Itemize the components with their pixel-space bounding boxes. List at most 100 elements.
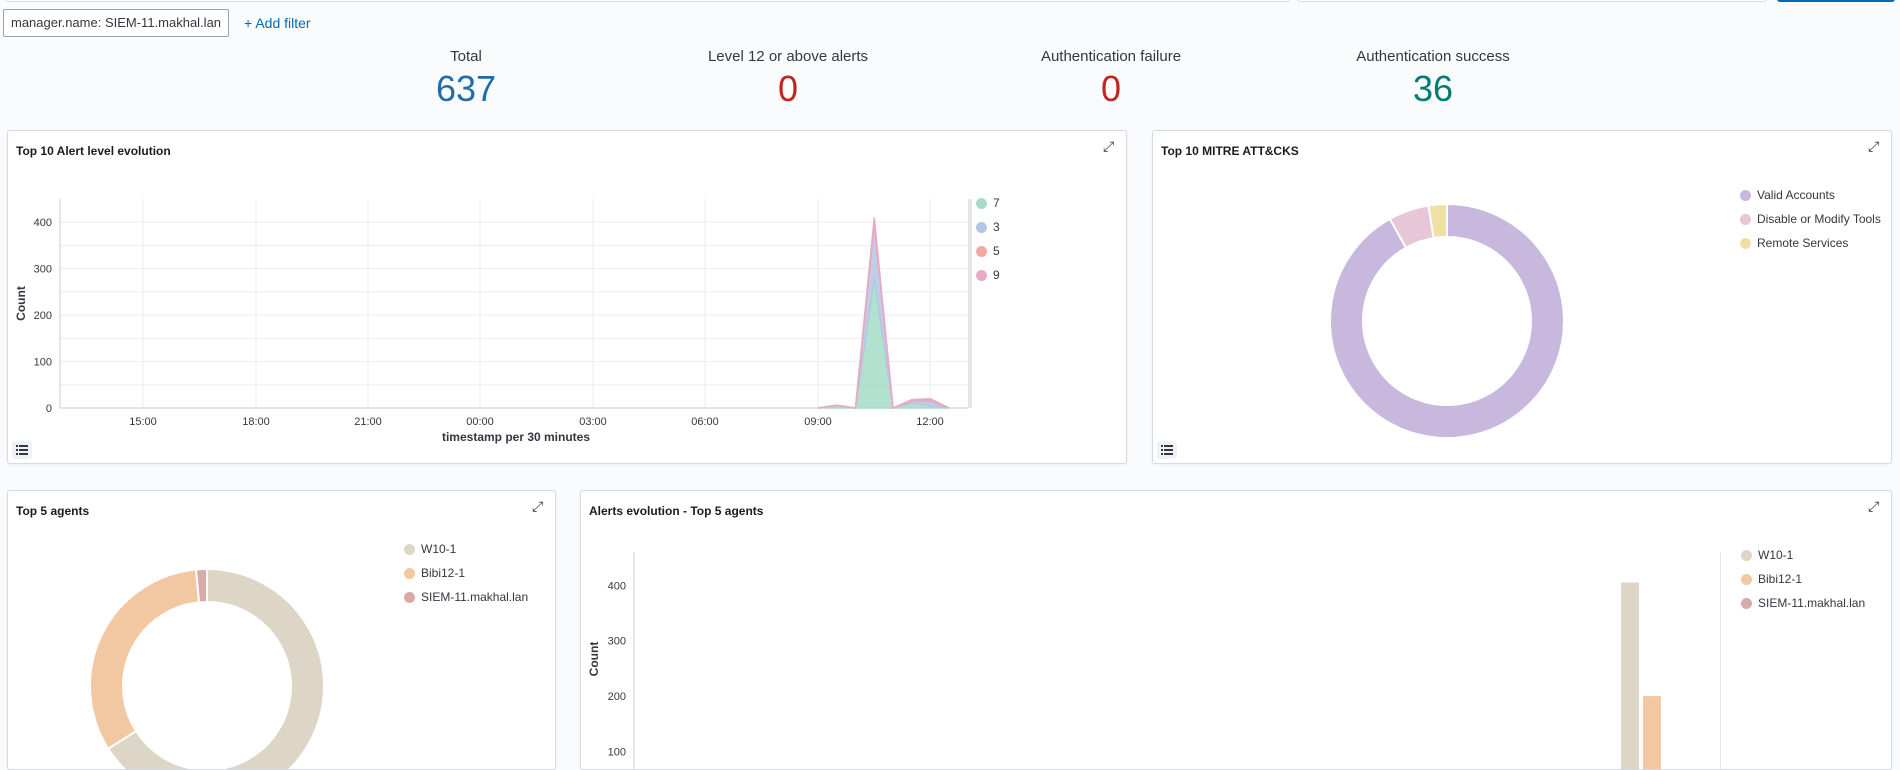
legend-item[interactable]: Valid Accounts: [1740, 183, 1881, 207]
legend-item[interactable]: 3: [976, 215, 1000, 239]
metric-value[interactable]: 0: [668, 69, 908, 109]
y-tick-label: 400: [34, 217, 52, 229]
legend-label: Remote Services: [1757, 236, 1849, 250]
legend-item[interactable]: 9: [976, 263, 1000, 287]
x-tick-label: 21:00: [354, 416, 382, 428]
panel-title: Alerts evolution - Top 5 agents: [589, 504, 764, 518]
legend-dot: [976, 221, 987, 233]
agents-legend: W10-1 Bibi12-1 SIEM-11.makhal.lan: [404, 537, 528, 609]
list-icon[interactable]: [1157, 441, 1177, 459]
list-icon[interactable]: [12, 441, 32, 459]
y-tick-label: 300: [34, 264, 52, 276]
metric-label: Authentication success: [1356, 48, 1510, 65]
y-tick-label: 300: [608, 636, 626, 648]
legend-item[interactable]: Bibi12-1: [1741, 567, 1865, 591]
bar-W10-1: [1621, 582, 1639, 769]
legend-label: W10-1: [1758, 548, 1794, 562]
legend-item[interactable]: SIEM-11.makhal.lan: [1741, 591, 1865, 615]
mitre-donut-chart: [1329, 202, 1565, 439]
legend-item[interactable]: 7: [976, 191, 1000, 215]
x-tick-label: 12:00: [916, 416, 944, 428]
legend-item[interactable]: W10-1: [1741, 543, 1865, 567]
filter-pill-manager-name[interactable]: manager.name: SIEM-11.makhal.lan: [3, 9, 230, 37]
date-picker[interactable]: [1297, 0, 1767, 2]
panel-top-agents: Top 5 agents ⤢ W10-1 Bibi12-1 SIEM-11.makh…: [7, 490, 556, 770]
legend-item[interactable]: W10-1: [404, 537, 528, 561]
y-tick-label: 200: [608, 691, 626, 703]
legend-item[interactable]: Bibi12-1: [404, 561, 528, 585]
donut-slice: [194, 567, 208, 604]
y-tick-label: 0: [46, 403, 52, 415]
y-tick-label: 400: [608, 580, 626, 592]
legend-dot: [404, 591, 415, 603]
add-filter-button[interactable]: + Add filter: [244, 15, 311, 31]
legend-item[interactable]: 5: [976, 239, 1000, 263]
y-tick-label: 100: [608, 747, 626, 759]
y-tick-label: 200: [34, 310, 52, 322]
panel-mitre-attacks: Top 10 MITRE ATT&CKS ⤢ Valid Accounts Dis…: [1152, 130, 1892, 464]
agents-donut-chart: [89, 567, 325, 769]
metric-auth-success: Authentication success 36: [1313, 48, 1553, 109]
alerts-evolution-legend: W10-1 Bibi12-1 SIEM-11.makhal.lan: [1741, 543, 1865, 615]
legend-dot: [404, 567, 415, 579]
metric-label: Level 12 or above alerts: [707, 48, 869, 65]
x-tick-label: 06:00: [691, 416, 719, 428]
legend-label: Disable or Modify Tools: [1757, 212, 1881, 226]
metric-label: Total: [450, 48, 482, 65]
y-axis-title: Count: [14, 286, 28, 321]
panel-alerts-evolution-agents: Alerts evolution - Top 5 agents ⤢ 100 200…: [580, 490, 1892, 770]
x-tick-label: 18:00: [242, 416, 270, 428]
legend-dot: [1740, 213, 1751, 225]
filter-bar: manager.name: SIEM-11.makhal.lan + Add f…: [3, 9, 311, 37]
mitre-legend: Valid Accounts Disable or Modify Tools Rem…: [1740, 183, 1881, 255]
legend-label: Bibi12-1: [421, 566, 466, 580]
x-tick-label: 03:00: [579, 416, 607, 428]
legend-label: SIEM-11.makhal.lan: [1758, 596, 1866, 610]
alert-level-chart: 0 100 200 300 400 15:00 18:00 21:00 00:00 03:00 06…: [14, 199, 972, 444]
expand-icon[interactable]: ⤢: [532, 499, 546, 513]
query-input[interactable]: [5, 0, 1290, 2]
brush-bar: [1720, 552, 1721, 769]
expand-icon[interactable]: ⤢: [1103, 139, 1117, 153]
legend-label: 7: [993, 196, 1000, 210]
metric-value[interactable]: 36: [1313, 69, 1553, 109]
x-tick-label: 15:00: [129, 416, 157, 428]
brush-bar: [968, 199, 972, 408]
y-axis-title: Count: [587, 642, 601, 677]
legend-label: 9: [993, 268, 1000, 282]
legend-dot: [404, 543, 415, 555]
legend-dot: [976, 269, 987, 281]
refresh-button[interactable]: [1777, 0, 1895, 2]
metric-total: Total 637: [346, 48, 586, 109]
legend-label: Valid Accounts: [1757, 188, 1835, 202]
expand-icon[interactable]: ⤢: [1868, 499, 1882, 513]
donut-slice: [1329, 202, 1565, 439]
metric-level12: Level 12 or above alerts 0: [668, 48, 908, 109]
y-tick-label: 100: [34, 357, 52, 369]
donut-slice: [89, 568, 201, 751]
legend-dot: [976, 245, 987, 257]
legend-dot: [1741, 597, 1752, 609]
alerts-evolution-chart: 100 200 300 400 Count: [587, 552, 1721, 769]
metric-auth-failure: Authentication failure 0: [991, 48, 1231, 109]
x-tick-label: 00:00: [466, 416, 494, 428]
legend-label: 3: [993, 220, 1000, 234]
panel-title: Top 10 Alert level evolution: [16, 144, 171, 158]
alert-level-legend: 7 3 5 9: [976, 191, 1000, 287]
expand-icon[interactable]: ⤢: [1868, 139, 1882, 153]
legend-dot: [1740, 189, 1751, 201]
bar-Bibi12-1: [1643, 696, 1661, 769]
legend-dot: [1741, 573, 1752, 585]
panel-title: Top 10 MITRE ATT&CKS: [1161, 144, 1299, 158]
legend-item[interactable]: Remote Services: [1740, 231, 1881, 255]
legend-item[interactable]: Disable or Modify Tools: [1740, 207, 1881, 231]
metric-value[interactable]: 637: [346, 69, 586, 109]
legend-dot: [1740, 237, 1751, 249]
legend-label: SIEM-11.makhal.lan: [421, 590, 529, 604]
metric-value[interactable]: 0: [991, 69, 1231, 109]
legend-label: Bibi12-1: [1758, 572, 1803, 586]
legend-label: 5: [993, 244, 1000, 258]
legend-item[interactable]: SIEM-11.makhal.lan: [404, 585, 528, 609]
metric-label: Authentication failure: [1040, 48, 1182, 65]
top-search-bar: [0, 0, 1900, 4]
